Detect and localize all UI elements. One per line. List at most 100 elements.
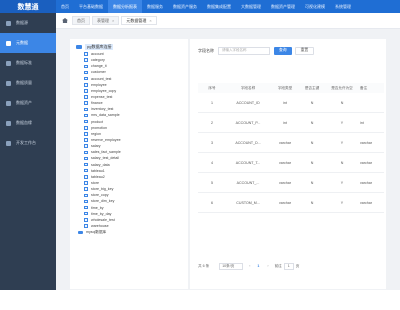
table-row[interactable]: 2 ACCOUNT_P... int N Yint [198,113,384,133]
asset-icon [6,100,11,106]
table-cell: Y [340,140,344,145]
table-icon [84,107,88,112]
table-cell: ACCOUNT_... [236,180,260,185]
topnav-item[interactable]: 数据资产服务 [168,0,202,13]
search-row: 字段名称 请输入字段名称 查询 重置 [198,46,315,55]
table-icon [84,89,88,93]
database-icon [6,20,11,26]
sidebar-item-label: 数据质量 [16,80,32,85]
quality-icon [6,80,11,86]
topnav-item[interactable]: 数据资产管理 [266,0,300,13]
table-row[interactable]: 5 ACCOUNT_... varchar N Yvarchar [198,173,384,193]
table-icon [84,181,88,185]
tree-item-label: account_test [91,76,112,81]
topnav-item[interactable]: 数据服务 [142,0,168,13]
tree-item-label: promotion [91,125,107,130]
tree-item-label: employee_copy [91,88,117,93]
lineage-icon [6,120,11,126]
tab-label: 表管理 [97,17,109,23]
tab-metadata[interactable]: 元数据管理 × [121,16,157,25]
folder-icon [76,45,82,49]
tree-item-label: category [91,58,105,63]
current-page[interactable]: 1 [255,263,261,269]
topnav-item[interactable]: 系统管理 [330,0,356,13]
table-cell: 4 [211,160,213,165]
tree-item-label: sales_fact_sample [91,150,121,155]
sidebar-item[interactable]: 数据资产 [0,93,56,113]
search-button[interactable]: 查询 [274,46,292,55]
table-row[interactable]: 6 CUSTOM_M... varchar N Yvarchar [198,193,384,213]
topnav-item[interactable]: 数据分析报表 [108,0,142,13]
content-area: pg数据库连接 account category change_it customer… [56,29,400,290]
tree-item-label: store_dim_key [91,199,115,204]
table-cell: N [310,160,314,165]
tree-item-label: salary_data [91,162,110,167]
table-cell: Y [340,200,344,205]
table-cell: varchar [279,200,291,205]
tree-item-label: store [91,181,99,186]
sidebar-item-label: 数据资产 [16,100,32,105]
topnav-item[interactable]: 首页 [56,0,74,13]
standard-icon [6,60,11,66]
next-page-button[interactable]: › [267,264,268,268]
table-cell: varchar [279,140,291,145]
sidebar-item[interactable]: 数据血缘 [0,113,56,133]
tab-label: 首页 [77,17,85,23]
tree-item-label: tableau1 [91,168,105,173]
table-cell: int [283,100,287,105]
column-header: 是否允许为空 [331,85,353,90]
search-label: 字段名称 [198,47,214,53]
pager-total: 共 6 条 [198,263,210,268]
table-icon [84,224,88,228]
search-input[interactable]: 请输入字段名称 [218,46,270,55]
tab-home[interactable]: 首页 [72,16,90,25]
table-icon [84,101,88,105]
tree-item-label: region [91,131,101,136]
close-icon[interactable]: × [149,18,151,23]
close-icon[interactable]: × [112,18,114,23]
page-size-select[interactable]: 10条/页 [219,262,244,270]
table-icon [84,156,88,161]
tab-label: 元数据管理 [126,17,147,23]
table-cell: varchar [360,160,372,165]
workbench-icon [6,140,11,146]
tree-item-label: store_big_key [91,187,114,192]
tab-table-manage[interactable]: 表管理 × [92,16,120,25]
topnav-item[interactable]: 平台基础数据 [74,0,108,13]
table-cell: int [360,120,364,125]
column-header: 字段类型 [277,85,293,90]
prev-page-button[interactable]: ‹ [249,264,250,268]
topnav-item[interactable]: 数据集成配置 [202,0,236,13]
sidebar-item[interactable]: 数据质量 [0,73,56,93]
topnav-item[interactable]: 大数据管理 [236,0,266,13]
tree-item-label: customer [91,70,106,75]
main-panel: 字段名称 请输入字段名称 查询 重置 序号 字段名称 字段类型 是否主键 是否允… [190,39,386,289]
goto-input[interactable]: 1 [283,262,294,270]
sidebar-item[interactable]: 元数据 [0,33,56,53]
table-icon [84,58,88,62]
table-cell: 6 [211,200,213,205]
topnav-item[interactable]: 可视化建模 [300,0,330,13]
table-row[interactable]: 4 ACCOUNT_T... varchar N Nvarchar [198,153,384,173]
sidebar-item[interactable]: 数据标准 [0,53,56,73]
table-icon [84,132,88,136]
tree-item-label: account [91,52,104,57]
table-cell: ACCOUNT_P... [235,120,261,125]
home-icon[interactable] [62,18,68,23]
sidebar-item-label: 开发工作台 [16,140,36,145]
table-cell: N [310,100,314,105]
column-header: 序号 [208,85,216,90]
tree-item-label: salary_test_detail [91,156,119,161]
table-row[interactable]: 3 ACCOUNT_D... varchar N Yvarchar [198,133,384,153]
table-cell: 3 [211,140,213,145]
table-row[interactable]: 1 ACCOUNT_ID int N N [198,93,384,113]
table-icon [84,64,88,69]
tree-root[interactable]: pg数据库连接 [70,43,188,51]
tree-node-mysql[interactable]: mysql数据库 [70,229,188,236]
table-cell: varchar [360,140,372,145]
tree-item-label: expense_test [91,95,113,100]
reset-button[interactable]: 重置 [294,46,315,55]
sidebar-item[interactable]: 开发工作台 [0,133,56,153]
fields-table: 序号 字段名称 字段类型 是否主键 是否允许为空 备注 1 ACCOUNT_ID i… [198,83,384,213]
sidebar-item[interactable]: 数据源 [0,13,56,33]
